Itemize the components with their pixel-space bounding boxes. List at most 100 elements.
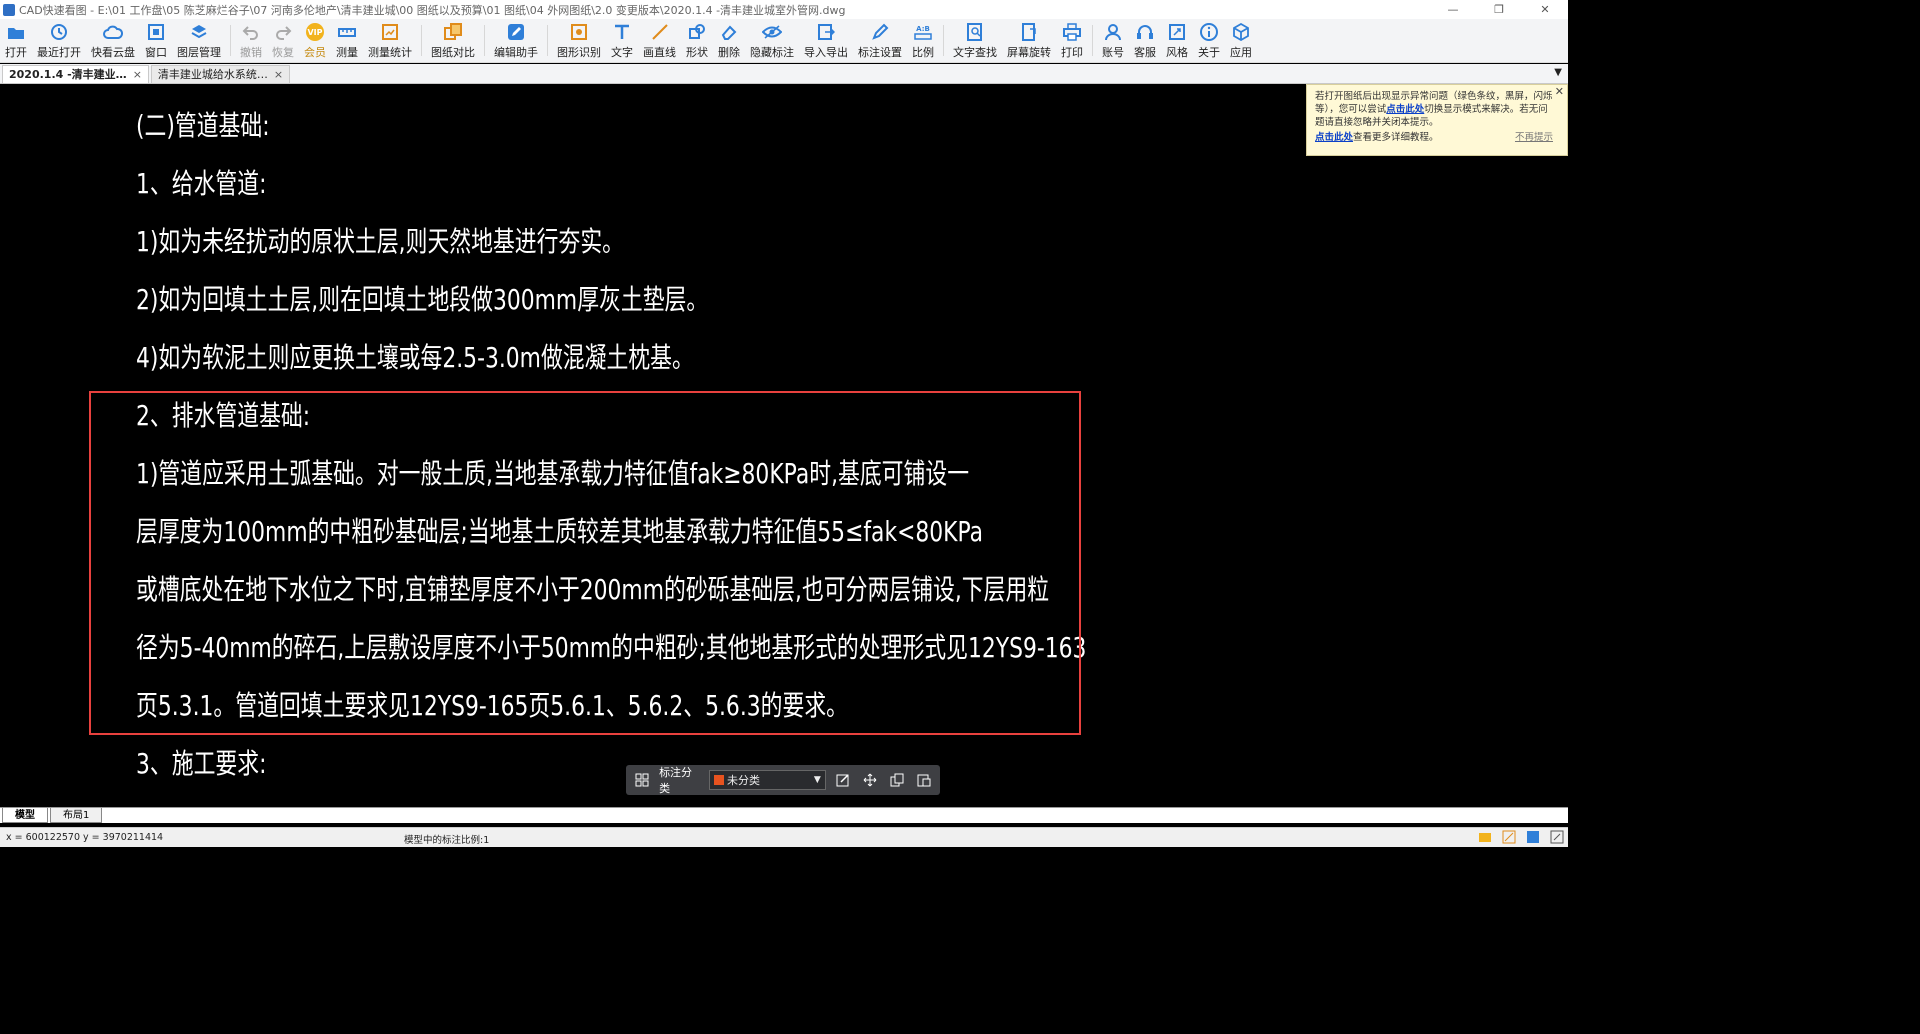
measure-stats-button[interactable]: 测量统计 [363, 19, 417, 62]
print-icon [1062, 22, 1082, 42]
vip-button[interactable]: VIP 会员 [299, 19, 331, 62]
compare-button[interactable]: 图纸对比 [426, 19, 480, 62]
grid-menu-icon[interactable] [632, 770, 651, 790]
category-color-swatch [714, 775, 724, 785]
tab-water-system-drawing[interactable]: 清丰建业城给水系统… × [150, 65, 291, 84]
rotate-screen-button[interactable]: 屏幕旋转 [1002, 19, 1056, 62]
hide-annotation-button[interactable]: 隐藏标注 [745, 19, 799, 62]
print-button[interactable]: 打印 [1056, 19, 1088, 62]
style-icon [1167, 22, 1187, 42]
window-icon [146, 22, 166, 42]
tab-layout1[interactable]: 布局1 [50, 808, 103, 823]
display-issue-notice: ✕ 若打开图纸后出现显示异常问题（绿色条纹，黑屏，闪烁等），您可以尝试点击此处切… [1306, 84, 1568, 156]
paste-icon[interactable] [915, 770, 934, 790]
fullscreen-icon[interactable] [1550, 830, 1564, 844]
measure-stats-icon [380, 22, 400, 42]
measure-icon [337, 22, 357, 42]
edit-note-icon[interactable] [1502, 830, 1516, 844]
tutorial-link[interactable]: 点击此处 [1315, 132, 1353, 143]
close-button[interactable]: ✕ [1522, 0, 1568, 19]
status-icons [1478, 830, 1564, 844]
restore-button[interactable]: ❐ [1476, 0, 1522, 19]
vip-icon: VIP [305, 22, 325, 42]
eraser-icon [719, 22, 739, 42]
copy-icon[interactable] [888, 770, 907, 790]
edit-note-icon[interactable] [834, 770, 853, 790]
notice-text: 查看更多详细教程。 [1353, 132, 1439, 143]
title-bar: CAD快速看图 - E:\01 工作盘\05 陈芝麻烂谷子\07 河南多伦地产\… [0, 0, 1568, 19]
open-button[interactable]: 打开 [0, 19, 32, 62]
tab-active-drawing[interactable]: 2020.1.4 -清丰建业… × [2, 65, 149, 83]
scale-button[interactable]: A:B 比例 [907, 19, 939, 62]
measure-button[interactable]: 测量 [331, 19, 363, 62]
annotation-settings-icon [870, 22, 890, 42]
tab-label: 2020.1.4 -清丰建业… [9, 67, 127, 81]
window-controls: — ❐ ✕ [1430, 0, 1568, 19]
annotation-category-select[interactable]: 未分类 ▼ [709, 770, 826, 790]
selected-category: 未分类 [727, 774, 760, 787]
shape-button[interactable]: 形状 [681, 19, 713, 62]
drawing-text-line: 3、施工要求: [136, 747, 267, 780]
line-icon [650, 22, 670, 42]
minimize-button[interactable]: — [1430, 0, 1476, 19]
edit-assistant-icon [506, 22, 526, 42]
style-button[interactable]: 风格 [1161, 19, 1193, 62]
layers-icon [189, 22, 209, 42]
tab-close-icon[interactable]: × [274, 66, 283, 84]
undo-button[interactable]: 撤销 [235, 19, 267, 62]
tab-close-icon[interactable]: × [133, 66, 142, 84]
rotate-screen-icon [1019, 22, 1039, 42]
folder-icon[interactable] [1478, 830, 1492, 844]
document-tabs: 2020.1.4 -清丰建业… × 清丰建业城给水系统… × ▼ [0, 64, 1568, 84]
recent-open-button[interactable]: 最近打开 [32, 19, 86, 62]
tab-label: 清丰建业城给水系统… [157, 67, 268, 81]
import-export-button[interactable]: 导入导出 [799, 19, 853, 62]
svg-text:VIP: VIP [307, 28, 322, 37]
window-button[interactable]: 窗口 [140, 19, 172, 62]
annotation-settings-button[interactable]: 标注设置 [853, 19, 907, 62]
apps-button[interactable]: 应用 [1225, 19, 1257, 62]
toolbar-separator [484, 25, 485, 56]
edit-assistant-button[interactable]: 编辑助手 [489, 19, 543, 62]
account-button[interactable]: 账号 [1097, 19, 1129, 62]
cloud-icon [103, 22, 123, 42]
drawing-text-line: 2)如为回填土土层,则在回填土地段做300mm厚灰土垫层。 [136, 283, 709, 316]
info-icon [1199, 22, 1219, 42]
scale-icon: A:B [913, 22, 933, 42]
drawing-canvas[interactable]: (二)管道基础: 1、给水管道: 1)如为未经扰动的原状土层,则天然地基进行夯实… [0, 84, 1568, 807]
customer-service-button[interactable]: 客服 [1129, 19, 1161, 62]
text-tool-button[interactable]: 文字 [606, 19, 638, 62]
chevron-down-icon: ▼ [813, 775, 821, 785]
apps-cube-icon [1231, 22, 1251, 42]
dont-remind-link[interactable]: 不再提示 [1515, 131, 1553, 144]
account-icon [1103, 22, 1123, 42]
delete-button[interactable]: 删除 [713, 19, 745, 62]
import-export-icon [816, 22, 836, 42]
toolbar-separator [1092, 25, 1093, 56]
layout-mode-icon[interactable] [1526, 830, 1540, 844]
open-folder-icon [6, 22, 26, 42]
drawing-text-line: 1)如为未经扰动的原状土层,则天然地基进行夯实。 [136, 225, 625, 258]
tab-model[interactable]: 模型 [2, 808, 48, 823]
main-toolbar: 打开 最近打开 快看云盘 窗口 图层管理 撤销 恢复 VIP 会员 测量 测量统… [0, 19, 1568, 63]
move-icon[interactable] [861, 770, 880, 790]
layer-manager-button[interactable]: 图层管理 [172, 19, 226, 62]
app-logo-icon [3, 3, 15, 16]
shape-icon [687, 22, 707, 42]
tab-list-dropdown-icon[interactable]: ▼ [1554, 67, 1562, 78]
drawing-text-line: 4)如为软泥土则应更换土壤或每2.5-3.0m做混凝土枕基。 [136, 341, 694, 374]
status-bar: x = 600122570 y = 3970211414 模型中的标注比例:1 [0, 827, 1568, 847]
cloud-drive-button[interactable]: 快看云盘 [86, 19, 140, 62]
drawing-text-line: 1、给水管道: [136, 167, 267, 200]
about-button[interactable]: 关于 [1193, 19, 1225, 62]
switch-display-mode-link[interactable]: 点击此处 [1386, 104, 1424, 115]
headset-icon [1135, 22, 1155, 42]
annotation-category-label: 标注分类 [659, 766, 693, 795]
shape-recognize-button[interactable]: 图形识别 [552, 19, 606, 62]
text-search-icon [965, 22, 985, 42]
draw-line-button[interactable]: 画直线 [638, 19, 681, 62]
redo-button[interactable]: 恢复 [267, 19, 299, 62]
notice-close-icon[interactable]: ✕ [1555, 85, 1564, 98]
text-icon [612, 22, 632, 42]
text-search-button[interactable]: 文字查找 [948, 19, 1002, 62]
